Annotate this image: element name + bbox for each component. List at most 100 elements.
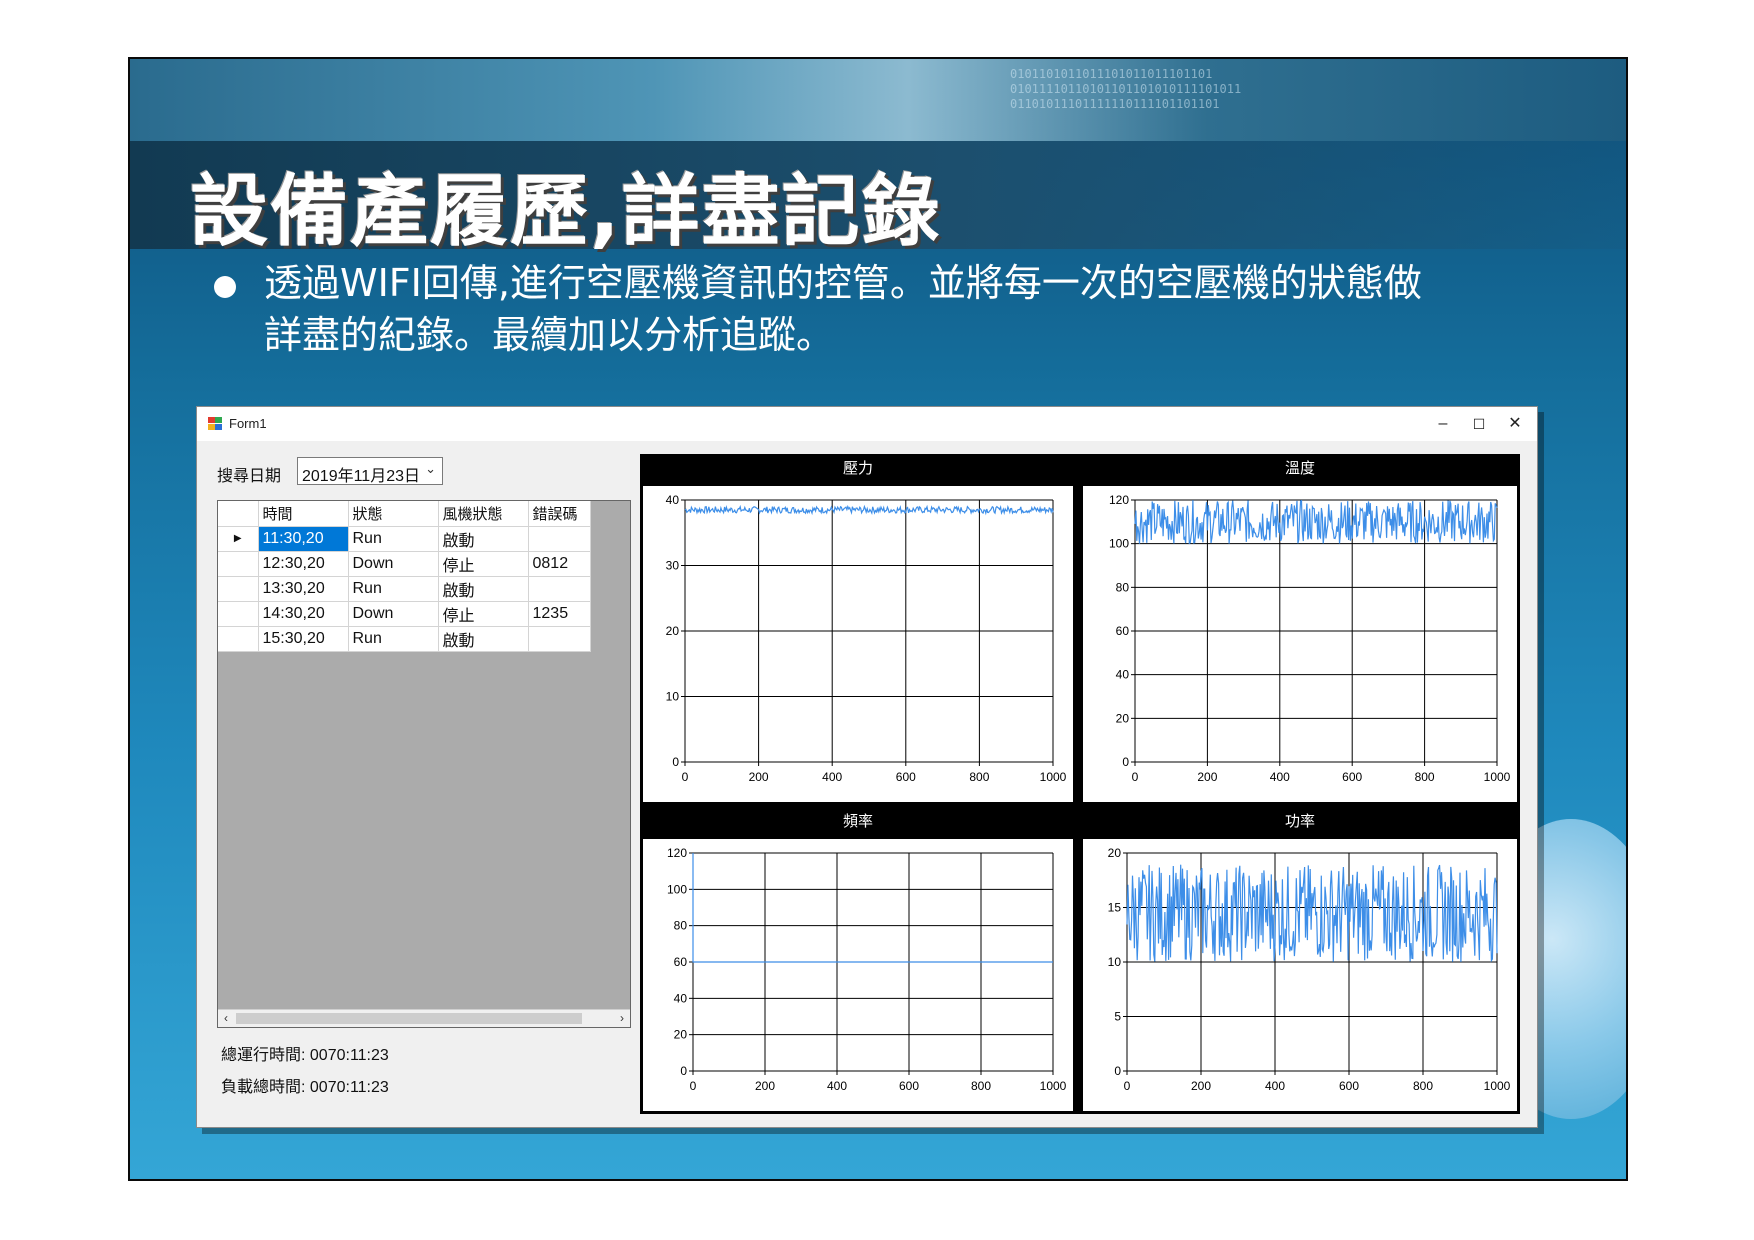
cell-status[interactable]: Down	[348, 601, 439, 627]
x-tick-label: 200	[1197, 770, 1217, 784]
data-series-line	[692, 853, 1053, 963]
cell-time[interactable]: 15:30,20	[258, 626, 349, 652]
y-tick-label: 20	[1108, 846, 1122, 860]
y-tick-label: 100	[1109, 537, 1129, 551]
bullet-line-2: 詳盡的紀錄。最續加以分析追蹤。	[264, 313, 835, 357]
cell-time[interactable]: 13:30,20	[258, 576, 349, 602]
minimize-button[interactable]: –	[1425, 411, 1461, 437]
cell-status[interactable]: Run	[348, 526, 439, 552]
cell-status[interactable]: Down	[348, 551, 439, 577]
column-header-error-code[interactable]: 錯誤碼	[528, 501, 591, 527]
cell-fan-status[interactable]: 停止	[438, 551, 529, 577]
table-row[interactable]: 15:30,20 Run 啟動	[218, 626, 591, 652]
y-tick-label: 10	[1108, 955, 1122, 969]
temperature-chart: 0 200 400 600 800 1000 0 20 40 60 80 100 120	[1083, 486, 1517, 802]
scrollbar-thumb[interactable]	[236, 1013, 582, 1024]
y-tick-label: 15	[1108, 901, 1122, 915]
table-header-row: 時間 狀態 風機狀態 錯誤碼	[218, 501, 591, 527]
cell-fan-status[interactable]: 啟動	[438, 576, 529, 602]
x-tick-label: 200	[749, 770, 769, 784]
row-header[interactable]	[218, 601, 259, 627]
x-tick-label: 600	[1342, 770, 1362, 784]
table-row[interactable]: 12:30,20 Down 停止 0812	[218, 551, 591, 577]
close-button[interactable]: ✕	[1497, 411, 1533, 437]
header-banner-image	[130, 59, 1626, 141]
y-tick-label: 120	[667, 846, 687, 860]
data-series-line	[1134, 499, 1498, 545]
horizontal-scrollbar[interactable]: ‹ ›	[218, 1009, 630, 1027]
row-header[interactable]	[218, 576, 259, 602]
cell-time[interactable]: 14:30,20	[258, 601, 349, 627]
search-date-label: 搜尋日期	[217, 468, 282, 485]
x-tick-label: 400	[822, 770, 842, 784]
scroll-left-icon[interactable]: ‹	[218, 1010, 234, 1027]
data-series-line	[1126, 864, 1498, 963]
x-tick-label: 600	[896, 770, 916, 784]
x-tick-label: 400	[1265, 1079, 1285, 1093]
column-header-fan-status[interactable]: 風機狀態	[438, 501, 529, 527]
charts-panel: 壓力 溫度 頻率 功率 0 200 400 600 800 1000 0 10 20 30 40 0…	[640, 454, 1520, 1114]
pressure-chart: 0 200 400 600 800 1000 0 10 20 30 40	[643, 486, 1073, 802]
table-row[interactable]: ▶ 11:30,20 Run 啟動	[218, 526, 591, 552]
x-tick-label: 800	[971, 1079, 991, 1093]
column-header-status[interactable]: 狀態	[348, 501, 439, 527]
cell-time[interactable]: 11:30,20	[258, 526, 349, 552]
chevron-down-icon[interactable]: ⌄	[425, 461, 436, 477]
y-tick-label: 60	[674, 955, 688, 969]
y-tick-label: 80	[674, 919, 688, 933]
y-tick-label: 0	[1122, 755, 1129, 769]
cell-fan-status[interactable]: 停止	[438, 601, 529, 627]
table-row[interactable]: 14:30,20 Down 停止 1235	[218, 601, 591, 627]
y-tick-label: 40	[1116, 668, 1130, 682]
y-tick-label: 60	[1116, 624, 1130, 638]
x-tick-label: 0	[1124, 1079, 1131, 1093]
date-picker[interactable]: 2019年11月23日 ⌄	[297, 457, 443, 485]
frequency-chart-svg: 0 200 400 600 800 1000 0 20 40 60 80 100 120	[667, 846, 1067, 1093]
bullet-line-1: 透過WIFI回傳,進行空壓機資訊的控管。並將每一次的空壓機的狀態做	[264, 261, 1422, 305]
app-icon	[208, 417, 222, 430]
power-chart-svg: 0 200 400 600 800 1000 0 5 10 15 20	[1108, 846, 1511, 1093]
cell-fan-status[interactable]: 啟動	[438, 526, 529, 552]
records-datagrid[interactable]: 時間 狀態 風機狀態 錯誤碼 ▶ 11:30,20 Run 啟動 12:30,2…	[217, 500, 631, 1028]
y-tick-label: 40	[666, 493, 680, 507]
cell-status[interactable]: Run	[348, 626, 439, 652]
records-table: 時間 狀態 風機狀態 錯誤碼 ▶ 11:30,20 Run 啟動 12:30,2…	[218, 501, 591, 652]
row-header[interactable]	[218, 551, 259, 577]
cell-error-code[interactable]	[528, 626, 591, 652]
y-tick-label: 20	[674, 1028, 688, 1042]
cell-error-code[interactable]	[528, 576, 591, 602]
cell-error-code[interactable]: 0812	[528, 551, 591, 577]
x-tick-label: 800	[1413, 1079, 1433, 1093]
chart-title-temperature: 溫度	[1080, 454, 1520, 484]
row-selector-arrow-icon[interactable]: ▶	[218, 526, 259, 552]
cell-time[interactable]: 12:30,20	[258, 551, 349, 577]
y-tick-label: 0	[1114, 1064, 1121, 1078]
x-tick-label: 400	[1270, 770, 1290, 784]
x-tick-label: 1000	[1040, 1079, 1067, 1093]
y-tick-label: 100	[667, 882, 687, 896]
row-header[interactable]	[218, 626, 259, 652]
binary-pattern-decoration: 0101101011011101011011101101 01011110110…	[1010, 67, 1242, 111]
y-tick-label: 80	[1116, 580, 1130, 594]
x-tick-label: 0	[1132, 770, 1139, 784]
frequency-chart: 0 200 400 600 800 1000 0 20 40 60 80 100 120	[643, 839, 1073, 1111]
x-tick-label: 600	[1339, 1079, 1359, 1093]
window-titlebar[interactable]: Form1 – ☐ ✕	[197, 407, 1537, 441]
column-header-time[interactable]: 時間	[258, 501, 349, 527]
load-total-time-label: 負載總時間:	[221, 1079, 306, 1096]
scroll-right-icon[interactable]: ›	[614, 1010, 630, 1027]
table-row[interactable]: 13:30,20 Run 啟動	[218, 576, 591, 602]
power-chart: 0 200 400 600 800 1000 0 5 10 15 20	[1083, 839, 1517, 1111]
chart-title-power: 功率	[1080, 807, 1520, 837]
maximize-button[interactable]: ☐	[1461, 411, 1497, 437]
x-tick-label: 400	[827, 1079, 847, 1093]
cell-fan-status[interactable]: 啟動	[438, 626, 529, 652]
y-tick-label: 120	[1109, 493, 1129, 507]
date-picker-value: 2019年11月23日	[302, 468, 421, 485]
total-run-time: 總運行時間: 0070:11:23	[221, 1041, 389, 1065]
cell-status[interactable]: Run	[348, 576, 439, 602]
cell-error-code[interactable]: 1235	[528, 601, 591, 627]
x-tick-label: 800	[1415, 770, 1435, 784]
cell-error-code[interactable]	[528, 526, 591, 552]
pressure-chart-svg: 0 200 400 600 800 1000 0 10 20 30 40	[666, 493, 1067, 784]
